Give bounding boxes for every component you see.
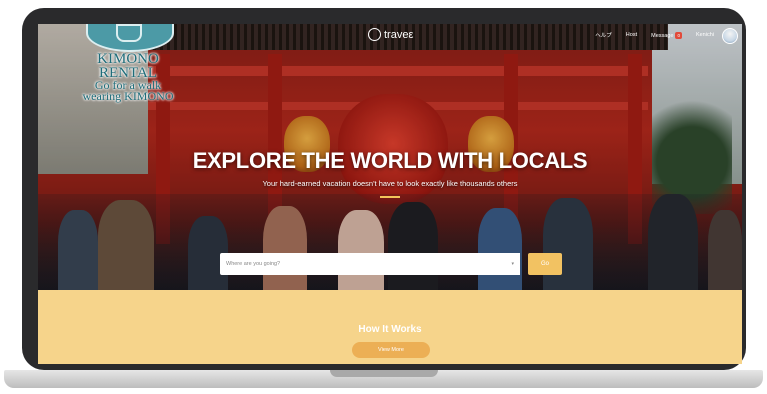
- how-it-works-section: How It Works View More: [38, 290, 742, 364]
- chevron-down-icon[interactable]: ▾: [511, 261, 520, 267]
- kimono-logo-text: KIMONO RENTAL Go for a walk wearing KIMO…: [76, 51, 180, 103]
- brand-logo[interactable]: traveε: [368, 28, 413, 41]
- how-it-works-title: How It Works: [358, 324, 422, 335]
- brand-name: traveε: [384, 28, 414, 41]
- kimono-logo-line: KIMONO: [97, 51, 159, 67]
- laptop-screen: KIMONO RENTAL Go for a walk wearing KIMO…: [38, 24, 742, 364]
- hero-headline: EXPLORE THE WORLD WITH LOCALS: [192, 148, 588, 173]
- user-avatar[interactable]: [722, 28, 738, 44]
- brand-icon: [368, 28, 381, 41]
- nav-user-name[interactable]: Kenichi: [696, 32, 714, 38]
- nav-message-label: Message: [651, 32, 674, 39]
- go-button[interactable]: Go: [528, 253, 562, 275]
- headline-accent-line: [380, 196, 400, 198]
- kimono-logo-line: wearing KIMONO: [82, 89, 174, 103]
- destination-search-input[interactable]: Where are you going? ▾: [220, 253, 520, 275]
- message-count-badge: 0: [675, 31, 682, 39]
- nav-message-link[interactable]: Message 0: [651, 31, 682, 39]
- nav-links: ヘルプ Host Message 0 Kenichi: [595, 31, 714, 39]
- top-nav: traveε ヘルプ Host Message 0 Kenichi: [38, 24, 742, 46]
- laptop-notch: [330, 370, 438, 377]
- view-more-button[interactable]: View More: [352, 342, 430, 358]
- nav-host-link[interactable]: Host: [626, 32, 637, 38]
- search-placeholder: Where are you going?: [226, 261, 281, 267]
- hero-subline: Your hard-earned vacation doesn't have t…: [262, 179, 518, 188]
- nav-help-link[interactable]: ヘルプ: [595, 31, 612, 39]
